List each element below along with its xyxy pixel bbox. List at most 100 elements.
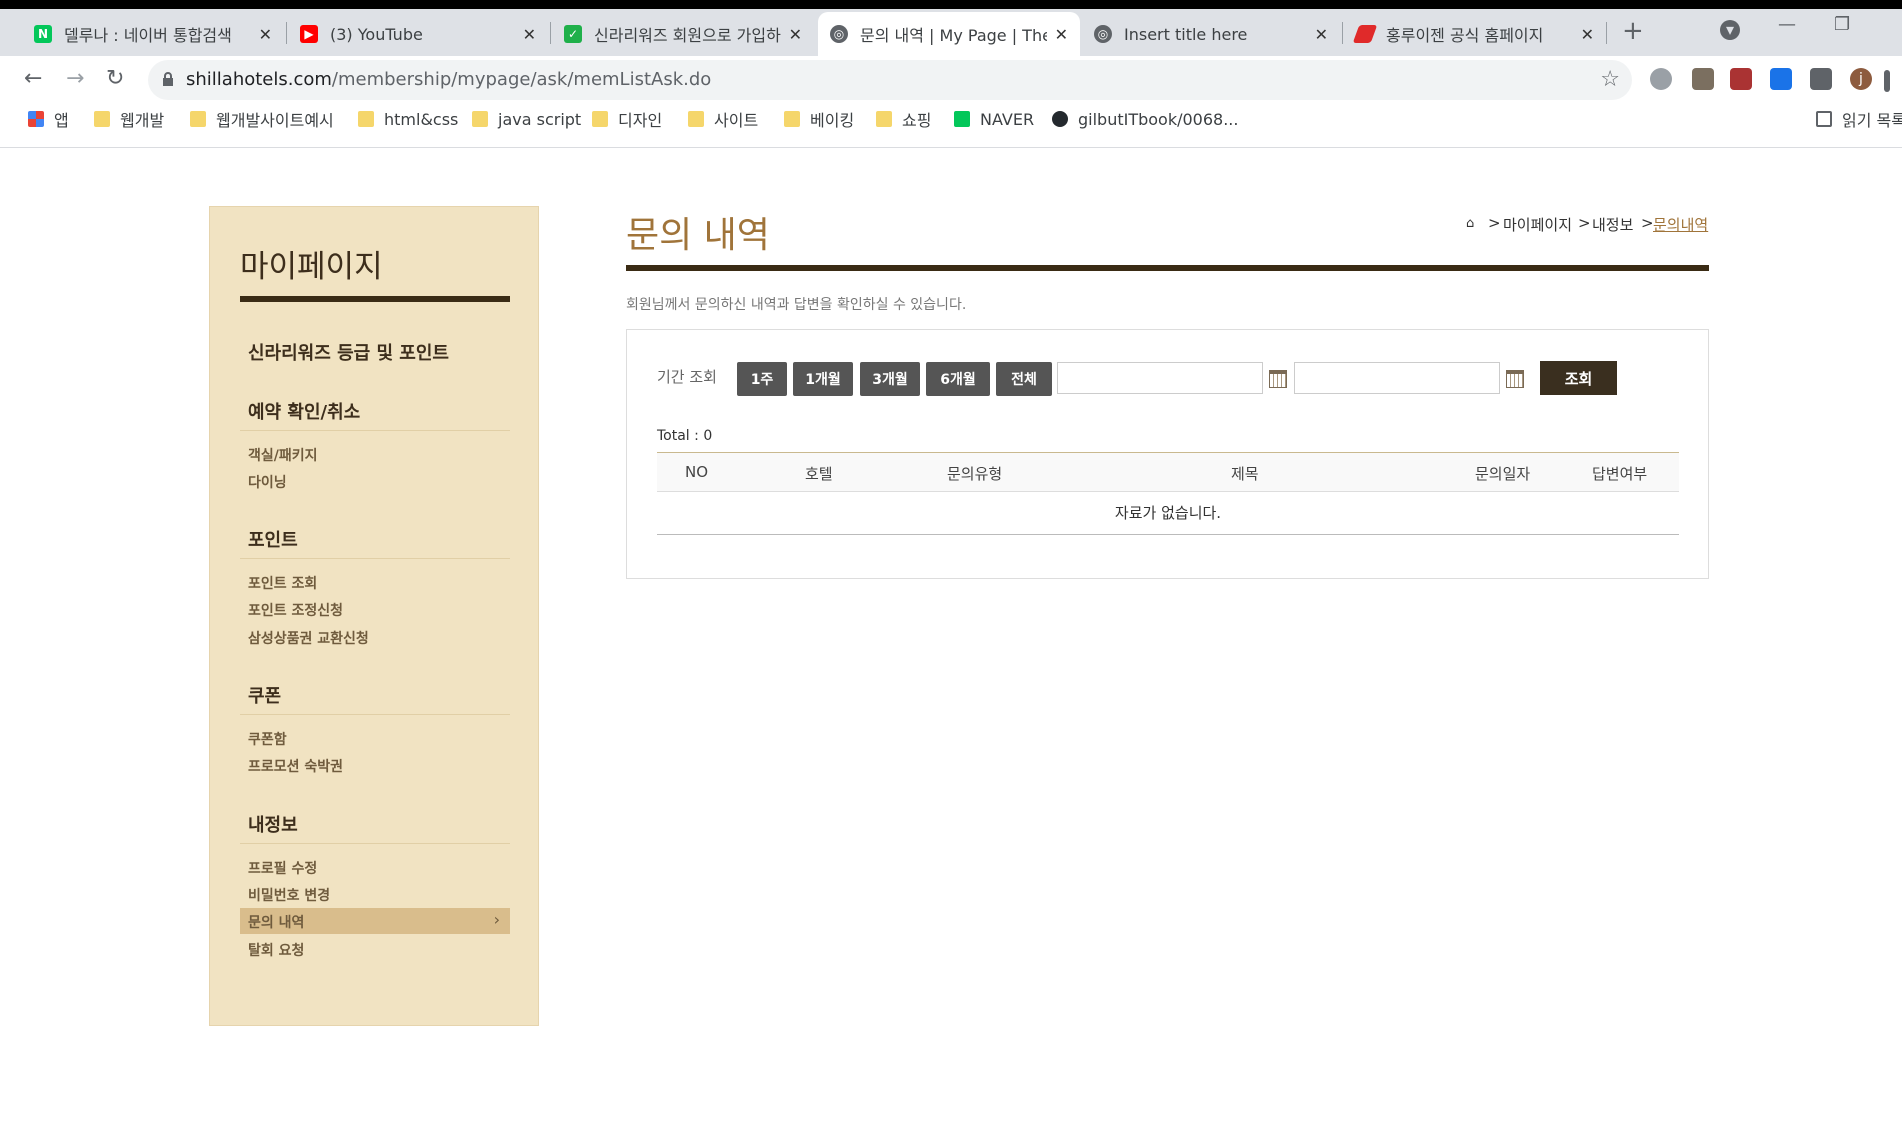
- menu-icon[interactable]: [1884, 70, 1890, 92]
- column-header-type: 문의유형: [947, 465, 1003, 483]
- breadcrumb-myinfo[interactable]: 내정보: [1592, 214, 1633, 235]
- tab-search-icon[interactable]: ▾: [1720, 20, 1740, 40]
- star-icon[interactable]: ☆: [1600, 67, 1620, 92]
- sidebar-item-points-adjust[interactable]: 포인트 조정신청: [248, 600, 343, 620]
- tab-bar: N 델루나 : 네이버 통합검색 ✕ ▶ (3) YouTube ✕ ✓ 신라리…: [0, 0, 1902, 56]
- bookmark-naver[interactable]: NAVER: [954, 104, 1034, 134]
- forward-button[interactable]: →: [66, 66, 84, 91]
- minimize-button[interactable]: —: [1778, 14, 1796, 35]
- bookmark-label: 쇼핑: [902, 111, 932, 130]
- sidebar-item-promo-stay[interactable]: 프로모션 숙박권: [248, 756, 343, 776]
- folder-icon: [876, 111, 892, 127]
- url-host: shillahotels.com: [186, 69, 332, 90]
- sidebar-item-rewards[interactable]: 신라리워즈 등급 및 포인트: [248, 339, 449, 365]
- sidebar-item-password[interactable]: 비밀번호 변경: [248, 885, 330, 905]
- folder-icon: [94, 111, 110, 127]
- tab-shilla-join[interactable]: ✓ 신라리워즈 회원으로 가입하 ✕: [552, 12, 814, 56]
- bookmark-folder[interactable]: 쇼핑: [876, 104, 931, 134]
- restore-button[interactable]: ❐: [1834, 14, 1850, 35]
- breadcrumb-current[interactable]: 문의내역: [1653, 214, 1708, 235]
- bookmark-github[interactable]: gilbutITbook/0068...: [1052, 104, 1238, 134]
- sidebar-heading-myinfo[interactable]: 내정보: [248, 811, 298, 837]
- tab-naver[interactable]: N 델루나 : 네이버 통합검색 ✕: [22, 12, 284, 56]
- sidebar-item-withdraw[interactable]: 탈회 요청: [248, 940, 304, 960]
- page-description: 회원님께서 문의하신 내역과 답변을 확인하실 수 있습니다.: [626, 297, 967, 313]
- reload-button[interactable]: ↻: [106, 66, 124, 91]
- bookmark-apps[interactable]: 앱: [28, 104, 69, 134]
- globe-icon: ◎: [830, 25, 848, 43]
- close-icon[interactable]: ✕: [1055, 25, 1068, 44]
- download-extension-icon[interactable]: [1770, 68, 1792, 90]
- chevron-right-icon: ›: [493, 910, 500, 929]
- sidebar-heading-reservation[interactable]: 예약 확인/취소: [248, 398, 360, 424]
- folder-icon: [472, 111, 488, 127]
- sidebar-item-profile-edit[interactable]: 프로필 수정: [248, 858, 317, 878]
- sidebar-item-coupon-box[interactable]: 쿠폰함: [248, 729, 287, 749]
- period-1month-button[interactable]: 1개월: [793, 362, 853, 396]
- url-text: shillahotels.com/membership/mypage/ask/m…: [186, 69, 711, 90]
- close-icon[interactable]: ✕: [259, 25, 272, 44]
- end-date-input[interactable]: [1294, 362, 1500, 394]
- apps-icon: [28, 111, 44, 127]
- tab-hongruizhen[interactable]: 홍루이젠 공식 홈페이지 ✕: [1344, 12, 1606, 56]
- calendar-icon[interactable]: [1269, 370, 1287, 388]
- home-icon[interactable]: ⌂: [1466, 216, 1474, 231]
- sidebar-item-inquiry-active[interactable]: 문의 내역 ›: [240, 908, 510, 934]
- period-all-button[interactable]: 전체: [996, 362, 1052, 396]
- folder-icon: [190, 111, 206, 127]
- table-header: NO 호텔 문의유형 제목 문의일자 답변여부: [657, 452, 1679, 492]
- bookmark-folder[interactable]: 웹개발사이트예시: [190, 104, 334, 134]
- profile-avatar[interactable]: j: [1850, 68, 1872, 90]
- reading-list-label: 읽기 목록: [1842, 111, 1902, 130]
- tab-active-inquiry[interactable]: ◎ 문의 내역 | My Page | The ✕: [818, 12, 1080, 56]
- search-button[interactable]: 조회: [1540, 361, 1617, 395]
- tab-youtube[interactable]: ▶ (3) YouTube ✕: [288, 12, 548, 56]
- bookmark-label: java script: [498, 109, 582, 129]
- bookmark-folder[interactable]: 웹개발: [94, 104, 164, 134]
- address-bar[interactable]: shillahotels.com/membership/mypage/ask/m…: [148, 60, 1632, 100]
- mypage-sidebar: 마이페이지 신라리워즈 등급 및 포인트 예약 확인/취소 객실/패키지 다이닝…: [209, 206, 539, 1026]
- bookmark-label: 웹개발: [120, 111, 165, 130]
- bookmark-folder[interactable]: 사이트: [688, 104, 758, 134]
- inquiry-search-box: 기간 조회 1주 1개월 3개월 6개월 전체 조회 Total : 0 NO …: [626, 329, 1709, 579]
- close-icon[interactable]: ✕: [1315, 25, 1328, 44]
- eyedropper-extension-icon[interactable]: [1692, 68, 1714, 90]
- close-icon[interactable]: ✕: [789, 25, 802, 44]
- bookmark-folder[interactable]: 디자인: [592, 104, 662, 134]
- bookmark-label: 베이킹: [810, 111, 855, 130]
- bookmark-folder[interactable]: 베이킹: [784, 104, 854, 134]
- period-1week-button[interactable]: 1주: [737, 362, 787, 396]
- breadcrumb-mypage[interactable]: 마이페이지: [1503, 214, 1572, 235]
- bookmark-label: html&css: [384, 109, 459, 129]
- puzzle-icon[interactable]: [1810, 68, 1832, 90]
- bookmark-label: 앱: [54, 111, 69, 130]
- sidebar-item-dining[interactable]: 다이닝: [248, 472, 287, 492]
- period-6month-button[interactable]: 6개월: [926, 362, 990, 396]
- period-3month-button[interactable]: 3개월: [860, 362, 920, 396]
- sidebar-heading-points[interactable]: 포인트: [248, 526, 298, 552]
- sidebar-item-points-view[interactable]: 포인트 조회: [248, 573, 317, 593]
- bookmark-folder[interactable]: java script: [472, 104, 581, 134]
- close-icon[interactable]: ✕: [1581, 25, 1594, 44]
- settings-extension-icon[interactable]: [1650, 68, 1672, 90]
- tab-insert-title[interactable]: ◎ Insert title here ✕: [1082, 12, 1340, 56]
- tab-title: (3) YouTube: [330, 24, 423, 44]
- folder-icon: [358, 111, 374, 127]
- github-icon: [1052, 111, 1068, 127]
- period-label: 기간 조회: [657, 368, 717, 386]
- close-icon[interactable]: ✕: [523, 25, 536, 44]
- start-date-input[interactable]: [1057, 362, 1263, 394]
- hongruizhen-icon: [1352, 25, 1378, 43]
- back-button[interactable]: ←: [24, 66, 42, 91]
- bookmark-label: NAVER: [980, 109, 1035, 129]
- reading-list[interactable]: 읽기 목록: [1816, 104, 1902, 134]
- calendar-icon[interactable]: [1506, 370, 1524, 388]
- calendar-extension-icon[interactable]: [1730, 68, 1752, 90]
- sidebar-item-rooms[interactable]: 객실/패키지: [248, 445, 318, 465]
- sidebar-item-samsung-voucher[interactable]: 삼성상품권 교환신청: [248, 628, 369, 648]
- sidebar-heading-coupon[interactable]: 쿠폰: [248, 682, 281, 708]
- bookmark-folder[interactable]: html&css: [358, 104, 458, 134]
- folder-icon: [592, 111, 608, 127]
- new-tab-button[interactable]: +: [1622, 16, 1644, 46]
- youtube-icon: ▶: [300, 25, 318, 43]
